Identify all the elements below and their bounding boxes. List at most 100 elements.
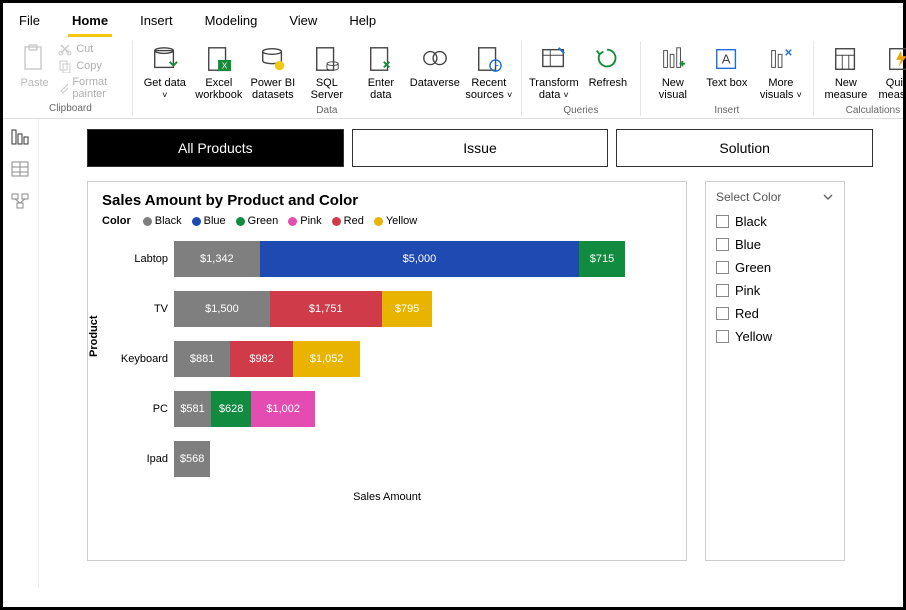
legend-item-yellow[interactable]: Yellow (374, 215, 417, 227)
cut-button[interactable]: Cut (56, 41, 126, 57)
model-view-button[interactable] (11, 193, 31, 211)
tab-issue[interactable]: Issue (352, 129, 609, 167)
color-slicer[interactable]: Select Color Black BlueGreenPinkRedYellow (705, 181, 845, 561)
bar-segment-green[interactable]: $628 (211, 391, 251, 427)
bar-segment-black[interactable]: $1,342 (174, 241, 260, 277)
dataverse-button[interactable]: Dataverse (409, 41, 461, 91)
bar-row-keyboard: Keyboard$881$982$1,052 (174, 341, 672, 377)
newvisual-button[interactable]: New visual (647, 41, 699, 103)
menu-home[interactable]: Home (68, 7, 112, 37)
legend-label: Black (155, 215, 182, 227)
slicer-item-black[interactable]: Black (716, 210, 834, 233)
slicer-item-blue[interactable]: Blue (716, 233, 834, 256)
bar-category-label: TV (108, 303, 168, 315)
menu-file[interactable]: File (15, 7, 44, 37)
transform-button[interactable]: Transform data ˅ (528, 41, 580, 103)
bar-segment-black[interactable]: $581 (174, 391, 211, 427)
checkbox[interactable] (716, 261, 729, 274)
recent-icon (473, 43, 505, 75)
format-painter-button[interactable]: Format painter (56, 75, 126, 101)
bar-segment-blue[interactable]: $5,000 (260, 241, 579, 277)
chevron-down-icon[interactable] (822, 191, 834, 203)
newvisual-label: New visual (648, 77, 698, 101)
legend-item-pink[interactable]: Pink (288, 215, 321, 227)
newvisual-icon (657, 43, 689, 75)
x-axis-label: Sales Amount (102, 491, 672, 503)
bar-row-tv: TV$1,500$1,751$795 (174, 291, 672, 327)
group-label-calc: Calculations (846, 105, 900, 116)
menu-view[interactable]: View (285, 7, 321, 37)
bar-segment-red[interactable]: $1,751 (270, 291, 382, 327)
legend-label: Red (344, 215, 364, 227)
report-view-button[interactable] (11, 129, 31, 147)
tab-solution[interactable]: Solution (616, 129, 873, 167)
legend-label: Yellow (386, 215, 417, 227)
bar-segment-red[interactable]: $982 (230, 341, 293, 377)
legend-swatch (288, 217, 297, 226)
legend-swatch (332, 217, 341, 226)
pbi-label: Power BI datasets (248, 77, 298, 101)
pbi-icon (257, 43, 289, 75)
bar-segment-yellow[interactable]: $1,052 (293, 341, 360, 377)
refresh-button[interactable]: Refresh (582, 41, 634, 91)
sql-icon (311, 43, 343, 75)
bar-segment-black[interactable]: $881 (174, 341, 230, 377)
quick-button[interactable]: Quick measure (874, 41, 906, 103)
slicer-label: Black (735, 214, 767, 229)
legend-item-red[interactable]: Red (332, 215, 364, 227)
bar-segment-black[interactable]: $1,500 (174, 291, 270, 327)
legend-label: Blue (204, 215, 226, 227)
chart-title: Sales Amount by Product and Color (102, 192, 672, 209)
slicer-item-pink[interactable]: Pink (716, 279, 834, 302)
menu-insert[interactable]: Insert (136, 7, 177, 37)
menu-help[interactable]: Help (345, 7, 380, 37)
legend-item-blue[interactable]: Blue (192, 215, 226, 227)
quick-label: Quick measure (875, 77, 906, 101)
textbox-button[interactable]: AText box (701, 41, 753, 91)
bar-segment-yellow[interactable]: $795 (382, 291, 433, 327)
enter-button[interactable]: Enter data (355, 41, 407, 103)
chart-legend: ColorBlackBlueGreenPinkRedYellow (102, 215, 672, 227)
recent-button[interactable]: Recent sources ˅ (463, 41, 515, 103)
slicer-item-yellow[interactable]: Yellow (716, 325, 834, 348)
ribbon: Paste Cut Copy Format painter Clipboard … (3, 37, 903, 119)
slicer-item-red[interactable]: Red (716, 302, 834, 325)
sql-button[interactable]: SQL Server (301, 41, 353, 103)
legend-item-black[interactable]: Black (143, 215, 182, 227)
tab-strip: All ProductsIssueSolution (87, 129, 873, 167)
bar-segment-pink[interactable]: $1,002 (251, 391, 315, 427)
slicer-title: Select Color (716, 190, 781, 204)
checkbox[interactable] (716, 215, 729, 228)
checkbox[interactable] (716, 284, 729, 297)
group-label-data: Data (316, 105, 337, 116)
paste-button[interactable]: Paste (15, 41, 54, 91)
enter-label: Enter data (356, 77, 406, 101)
checkbox[interactable] (716, 238, 729, 251)
bar-row-labtop: Labtop$1,342$5,000$715 (174, 241, 672, 277)
get-button[interactable]: Get data ˅ (139, 41, 191, 103)
slicer-item-green[interactable]: Green (716, 256, 834, 279)
data-view-button[interactable] (11, 161, 31, 179)
chart-visual[interactable]: Sales Amount by Product and Color ColorB… (87, 181, 687, 561)
newmeasure-button[interactable]: New measure (820, 41, 872, 103)
copy-button[interactable]: Copy (56, 58, 126, 74)
excel-label: Excel workbook (194, 77, 244, 101)
checkbox[interactable] (716, 330, 729, 343)
tab-all-products[interactable]: All Products (87, 129, 344, 167)
checkbox[interactable] (716, 307, 729, 320)
ribbon-group-queries: Transform data ˅Refresh Queries (522, 41, 641, 116)
excel-button[interactable]: XExcel workbook (193, 41, 245, 103)
menu-modeling[interactable]: Modeling (201, 7, 262, 37)
transform-label: Transform data ˅ (529, 77, 579, 101)
textbox-icon: A (711, 43, 743, 75)
bar-segment-black[interactable]: $568 (174, 441, 210, 477)
dataverse-icon (419, 43, 451, 75)
legend-swatch (374, 217, 383, 226)
copy-label: Copy (76, 60, 102, 72)
more-button[interactable]: More visuals ˅ (755, 41, 807, 103)
bar-segment-green[interactable]: $715 (579, 241, 625, 277)
refresh-label: Refresh (589, 77, 628, 89)
brush-icon (58, 81, 68, 95)
pbi-button[interactable]: Power BI datasets (247, 41, 299, 103)
legend-item-green[interactable]: Green (236, 215, 279, 227)
